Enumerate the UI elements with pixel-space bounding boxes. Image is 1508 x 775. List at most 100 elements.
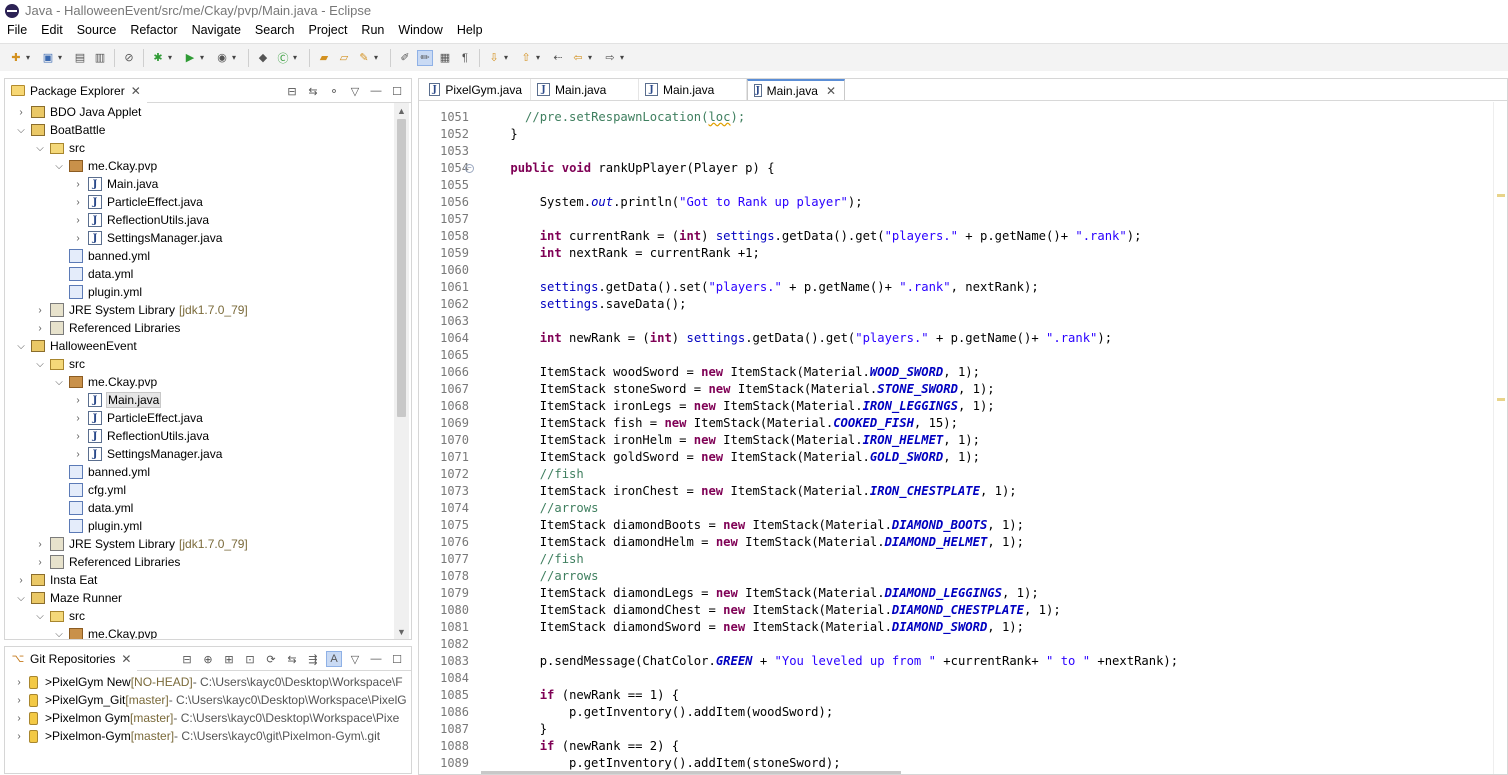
code-line[interactable]: } xyxy=(481,721,547,738)
code-line[interactable]: System.out.println("Got to Rank up playe… xyxy=(481,194,863,211)
debug-icon[interactable]: ✱ xyxy=(150,50,166,66)
git-repository-item[interactable]: › > Pixelmon Gym [master] - C:\Users\kayc… xyxy=(5,709,411,727)
block-selection-icon[interactable]: ▦ xyxy=(437,50,453,66)
expand-chevron-icon[interactable]: › xyxy=(13,695,25,706)
tree-item[interactable]: ⌵ src xyxy=(5,139,395,157)
fold-collapse-icon[interactable]: − xyxy=(465,164,474,173)
tree-item[interactable]: ⌵ me.Ckay.pvp xyxy=(5,625,395,639)
collapse-chevron-icon[interactable]: ⌵ xyxy=(34,143,46,154)
forward-dropdown-icon[interactable]: ▾ xyxy=(620,53,628,62)
view-menu-icon[interactable]: ▽ xyxy=(347,83,363,99)
maximize-icon[interactable]: ☐ xyxy=(389,651,405,667)
close-icon[interactable]: ✕ xyxy=(131,84,141,98)
collapse-chevron-icon[interactable]: ⌵ xyxy=(34,359,46,370)
run-dropdown-icon[interactable]: ▾ xyxy=(200,53,208,62)
overview-mark[interactable] xyxy=(1497,398,1505,401)
next-annotation-dropdown-icon[interactable]: ▾ xyxy=(504,53,512,62)
back-icon[interactable]: ⇦ xyxy=(570,50,586,66)
expand-chevron-icon[interactable]: › xyxy=(34,539,46,550)
code-line[interactable]: ItemStack stoneSword = new ItemStack(Mat… xyxy=(481,381,995,398)
collapse-all-icon[interactable]: ⊟ xyxy=(284,83,300,99)
code-area[interactable]: 1051 1052 1053 1054−1055 1056 1057 1058 1059 106… xyxy=(419,102,1507,774)
tree-item[interactable]: › J Main.java xyxy=(5,175,395,193)
expand-chevron-icon[interactable]: › xyxy=(34,323,46,334)
clone-repository-icon[interactable]: ⊞ xyxy=(221,651,237,667)
code-line[interactable]: ItemStack diamondHelm = new ItemStack(Ma… xyxy=(481,534,1024,551)
editor-tab[interactable]: J PixelGym.java xyxy=(423,79,531,100)
tree-item[interactable]: ⌵ src xyxy=(5,607,395,625)
overview-mark[interactable] xyxy=(1497,194,1505,197)
code-line[interactable]: //fish xyxy=(481,466,584,483)
menu-source[interactable]: Source xyxy=(70,23,124,37)
tree-item[interactable]: ⌵ BoatBattle xyxy=(5,121,395,139)
git-repository-item[interactable]: › > PixelGym New [NO-HEAD] - C:\Users\kay… xyxy=(5,673,411,691)
expand-chevron-icon[interactable]: › xyxy=(72,413,84,424)
tree-item[interactable]: data.yml xyxy=(5,265,395,283)
tree-item[interactable]: cfg.yml xyxy=(5,481,395,499)
code-line[interactable]: p.getInventory().addItem(woodSword); xyxy=(481,704,833,721)
code-line[interactable]: p.getInventory().addItem(stoneSword); xyxy=(481,755,841,772)
new-java-class-icon[interactable]: Ⓒ xyxy=(275,50,291,66)
code-line[interactable]: int newRank = (int) settings.getData().g… xyxy=(481,330,1112,347)
scroll-down-icon[interactable]: ▼ xyxy=(394,624,409,639)
expand-chevron-icon[interactable]: › xyxy=(34,305,46,316)
show-whitespace-icon[interactable]: ¶ xyxy=(457,50,473,66)
tree-item[interactable]: › JRE System Library [jdk1.7.0_79] xyxy=(5,535,395,553)
collapse-chevron-icon[interactable]: ⌵ xyxy=(53,377,65,388)
close-icon[interactable]: ✕ xyxy=(826,84,836,98)
last-edit-location-icon[interactable]: ⇠ xyxy=(550,50,566,66)
link-with-selection-icon[interactable]: ⇆ xyxy=(284,651,300,667)
git-repository-item[interactable]: › > Pixelmon-Gym [master] - C:\Users\kayc… xyxy=(5,727,411,745)
expand-chevron-icon[interactable]: › xyxy=(72,395,84,406)
code-line[interactable]: //arrows xyxy=(481,500,599,517)
expand-chevron-icon[interactable]: › xyxy=(72,197,84,208)
save-icon[interactable]: ▤ xyxy=(72,50,88,66)
tree-item[interactable]: ⌵ Maze Runner xyxy=(5,589,395,607)
focus-icon[interactable]: ⚬ xyxy=(326,83,342,99)
code-line[interactable]: } xyxy=(481,126,517,143)
previous-annotation-dropdown-icon[interactable]: ▾ xyxy=(536,53,544,62)
back-dropdown-icon[interactable]: ▾ xyxy=(588,53,596,62)
maximize-icon[interactable]: ☐ xyxy=(389,83,405,99)
close-icon[interactable]: ✕ xyxy=(121,652,131,666)
code-line[interactable]: public void rankUpPlayer(Player p) { xyxy=(481,160,774,177)
package-explorer-scrollbar[interactable]: ▲ ▼ xyxy=(394,103,409,639)
tree-item[interactable]: ⌵ me.Ckay.pvp xyxy=(5,157,395,175)
code-line[interactable]: if (newRank == 2) { xyxy=(481,738,679,755)
expand-chevron-icon[interactable]: › xyxy=(13,713,25,724)
new-class-dropdown-icon[interactable]: ▾ xyxy=(293,53,301,62)
run-icon[interactable]: ▶ xyxy=(182,50,198,66)
code-line[interactable]: ItemStack diamondChest = new ItemStack(M… xyxy=(481,602,1061,619)
forward-icon[interactable]: ⇨ xyxy=(602,50,618,66)
expand-chevron-icon[interactable]: › xyxy=(72,449,84,460)
code-line[interactable]: ItemStack diamondBoots = new ItemStack(M… xyxy=(481,517,1024,534)
code-line[interactable]: if (newRank == 1) { xyxy=(481,687,679,704)
tree-item[interactable]: › J SettingsManager.java xyxy=(5,229,395,247)
tab-git-repositories[interactable]: ⌥ Git Repositories ✕ xyxy=(5,646,138,671)
tree-item[interactable]: ⌵ src xyxy=(5,355,395,373)
scroll-up-icon[interactable]: ▲ xyxy=(394,103,409,118)
new-icon[interactable]: ✚ xyxy=(8,50,24,66)
code-line[interactable]: //arrows xyxy=(481,568,599,585)
code-line[interactable]: //pre.setRespawnLocation(loc); xyxy=(481,109,745,126)
toggle-highlight-icon[interactable]: ✏ xyxy=(417,49,433,66)
code-line[interactable]: ItemStack ironLegs = new ItemStack(Mater… xyxy=(481,398,995,415)
code-line[interactable]: settings.saveData(); xyxy=(481,296,687,313)
code-line[interactable]: p.sendMessage(ChatColor.GREEN + "You lev… xyxy=(481,653,1178,670)
tree-item[interactable]: plugin.yml xyxy=(5,283,395,301)
code-line[interactable]: ItemStack fish = new ItemStack(Material.… xyxy=(481,415,958,432)
code-line[interactable]: settings.getData().set("players." + p.ge… xyxy=(481,279,1039,296)
code-line[interactable]: //fish xyxy=(481,551,584,568)
code-line[interactable]: ItemStack diamondLegs = new ItemStack(Ma… xyxy=(481,585,1039,602)
code-line[interactable]: ItemStack ironHelm = new ItemStack(Mater… xyxy=(481,432,980,449)
tree-item[interactable]: plugin.yml xyxy=(5,517,395,535)
menu-help[interactable]: Help xyxy=(450,23,490,37)
save-all-icon[interactable]: ▥ xyxy=(92,50,108,66)
open-folder-icon[interactable]: ▱ xyxy=(336,50,352,66)
collapse-chevron-icon[interactable]: ⌵ xyxy=(15,341,27,352)
tree-item[interactable]: › Referenced Libraries xyxy=(5,553,395,571)
tree-item[interactable]: banned.yml xyxy=(5,463,395,481)
editor-horizontal-scrollbar[interactable] xyxy=(481,771,901,774)
menu-search[interactable]: Search xyxy=(248,23,302,37)
view-menu-icon[interactable]: ▽ xyxy=(347,651,363,667)
